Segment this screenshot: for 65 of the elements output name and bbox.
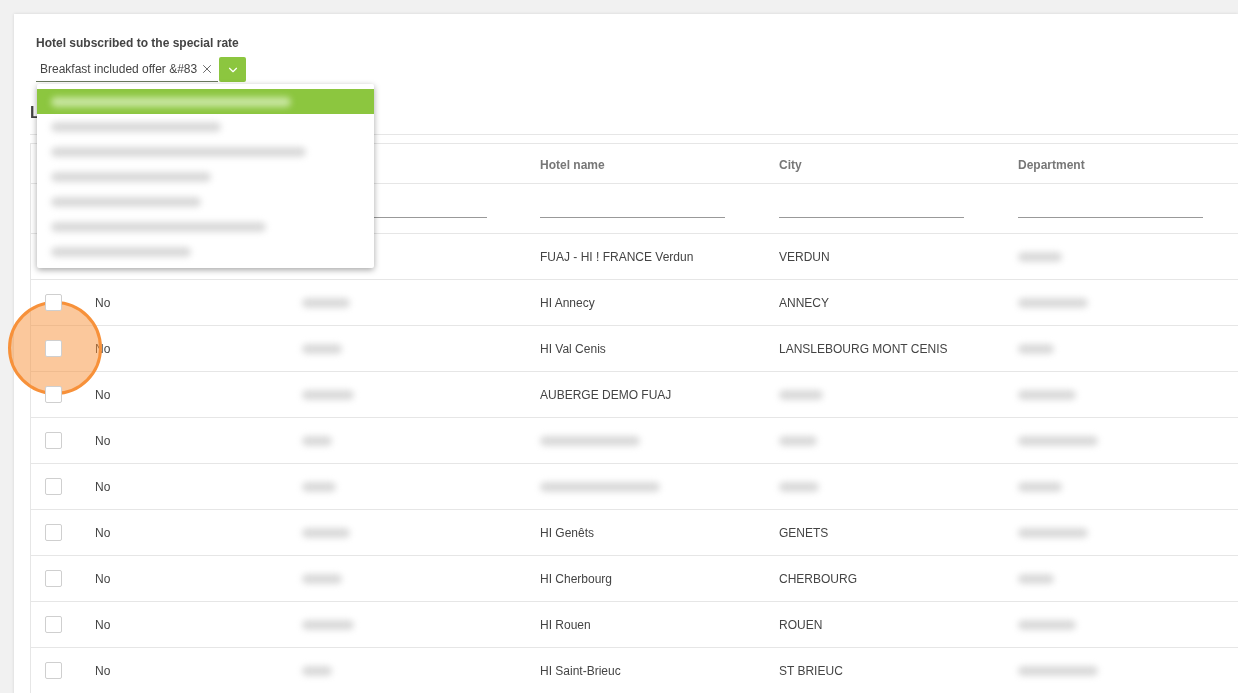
table-cell-text: HI Rouen — [540, 616, 591, 634]
dropdown-toggle-button[interactable] — [219, 57, 246, 82]
column-header[interactable]: Hotel name — [540, 157, 605, 172]
table-cell-text: No — [95, 386, 111, 404]
blurred-text — [1018, 527, 1088, 538]
row-checkbox[interactable] — [45, 432, 62, 449]
table-cell-text: ST BRIEUC — [779, 662, 843, 680]
table-cell-text: HI Val Cenis — [540, 340, 606, 358]
dropdown-option[interactable] — [37, 89, 374, 114]
table-cell-text: No — [95, 662, 111, 680]
blurred-text — [1018, 619, 1076, 630]
table-cell-text: FUAJ - HI ! FRANCE Verdun — [540, 248, 694, 266]
blurred-text — [302, 619, 354, 630]
blurred-text — [302, 527, 350, 538]
table-cell-text: No — [95, 478, 111, 496]
table-cell-text: ANNECY — [779, 294, 829, 312]
table-cell-text: HI Genêts — [540, 524, 595, 542]
blurred-text — [1018, 389, 1076, 400]
blurred-text — [302, 343, 342, 354]
row-checkbox[interactable] — [45, 662, 62, 679]
row-checkbox[interactable] — [45, 570, 62, 587]
blurred-text — [1018, 481, 1062, 492]
table-cell-text: No — [95, 616, 111, 634]
blurred-text — [302, 297, 350, 308]
row-checkbox[interactable] — [45, 294, 62, 311]
select-field[interactable]: Breakfast included offer &#83 — [36, 57, 218, 82]
table-cell-text: HI Annecy — [540, 294, 595, 312]
table-cell-text: CHERBOURG — [779, 570, 857, 588]
column-header[interactable]: Department — [1018, 157, 1085, 172]
table-cell-text: HI Cherbourg — [540, 570, 613, 588]
row-checkbox[interactable] — [45, 478, 62, 495]
blurred-text — [1018, 343, 1054, 354]
dropdown-option[interactable] — [37, 164, 374, 189]
table-cell-text: GENETS — [779, 524, 829, 542]
blurred-text — [779, 435, 817, 446]
blurred-text — [1018, 297, 1088, 308]
blurred-text — [1018, 573, 1054, 584]
row-checkbox[interactable] — [45, 386, 62, 403]
dropdown-option[interactable] — [37, 239, 374, 264]
table-cell-text: HI Saint-Brieuc — [540, 662, 621, 680]
column-header[interactable]: City — [779, 157, 802, 172]
row-checkbox[interactable] — [45, 616, 62, 633]
table-cell-text: VERDUN — [779, 248, 830, 266]
table-cell-text: No — [95, 524, 111, 542]
blurred-text — [779, 389, 823, 400]
row-checkbox[interactable] — [45, 340, 62, 357]
dropdown-option[interactable] — [37, 214, 374, 239]
table-cell-text: No — [95, 294, 111, 312]
row-checkbox[interactable] — [45, 524, 62, 541]
table-cell-text: No — [95, 570, 111, 588]
filter-label: Hotel subscribed to the special rate — [36, 36, 239, 50]
blurred-text — [779, 481, 819, 492]
blurred-text — [302, 481, 336, 492]
dropdown-option[interactable] — [37, 114, 374, 139]
blurred-text — [1018, 251, 1062, 262]
blurred-text — [302, 389, 354, 400]
dropdown-option[interactable] — [37, 139, 374, 164]
clear-icon[interactable] — [200, 62, 214, 76]
table-cell-text: ROUEN — [779, 616, 823, 634]
table-cell-text: No — [95, 432, 111, 450]
table-cell-text: AUBERGE DEMO FUAJ — [540, 386, 672, 404]
table-cell-text: LANSLEBOURG MONT CENIS — [779, 340, 948, 358]
blurred-text — [302, 435, 332, 446]
blurred-text — [302, 665, 332, 676]
blurred-text — [302, 573, 342, 584]
